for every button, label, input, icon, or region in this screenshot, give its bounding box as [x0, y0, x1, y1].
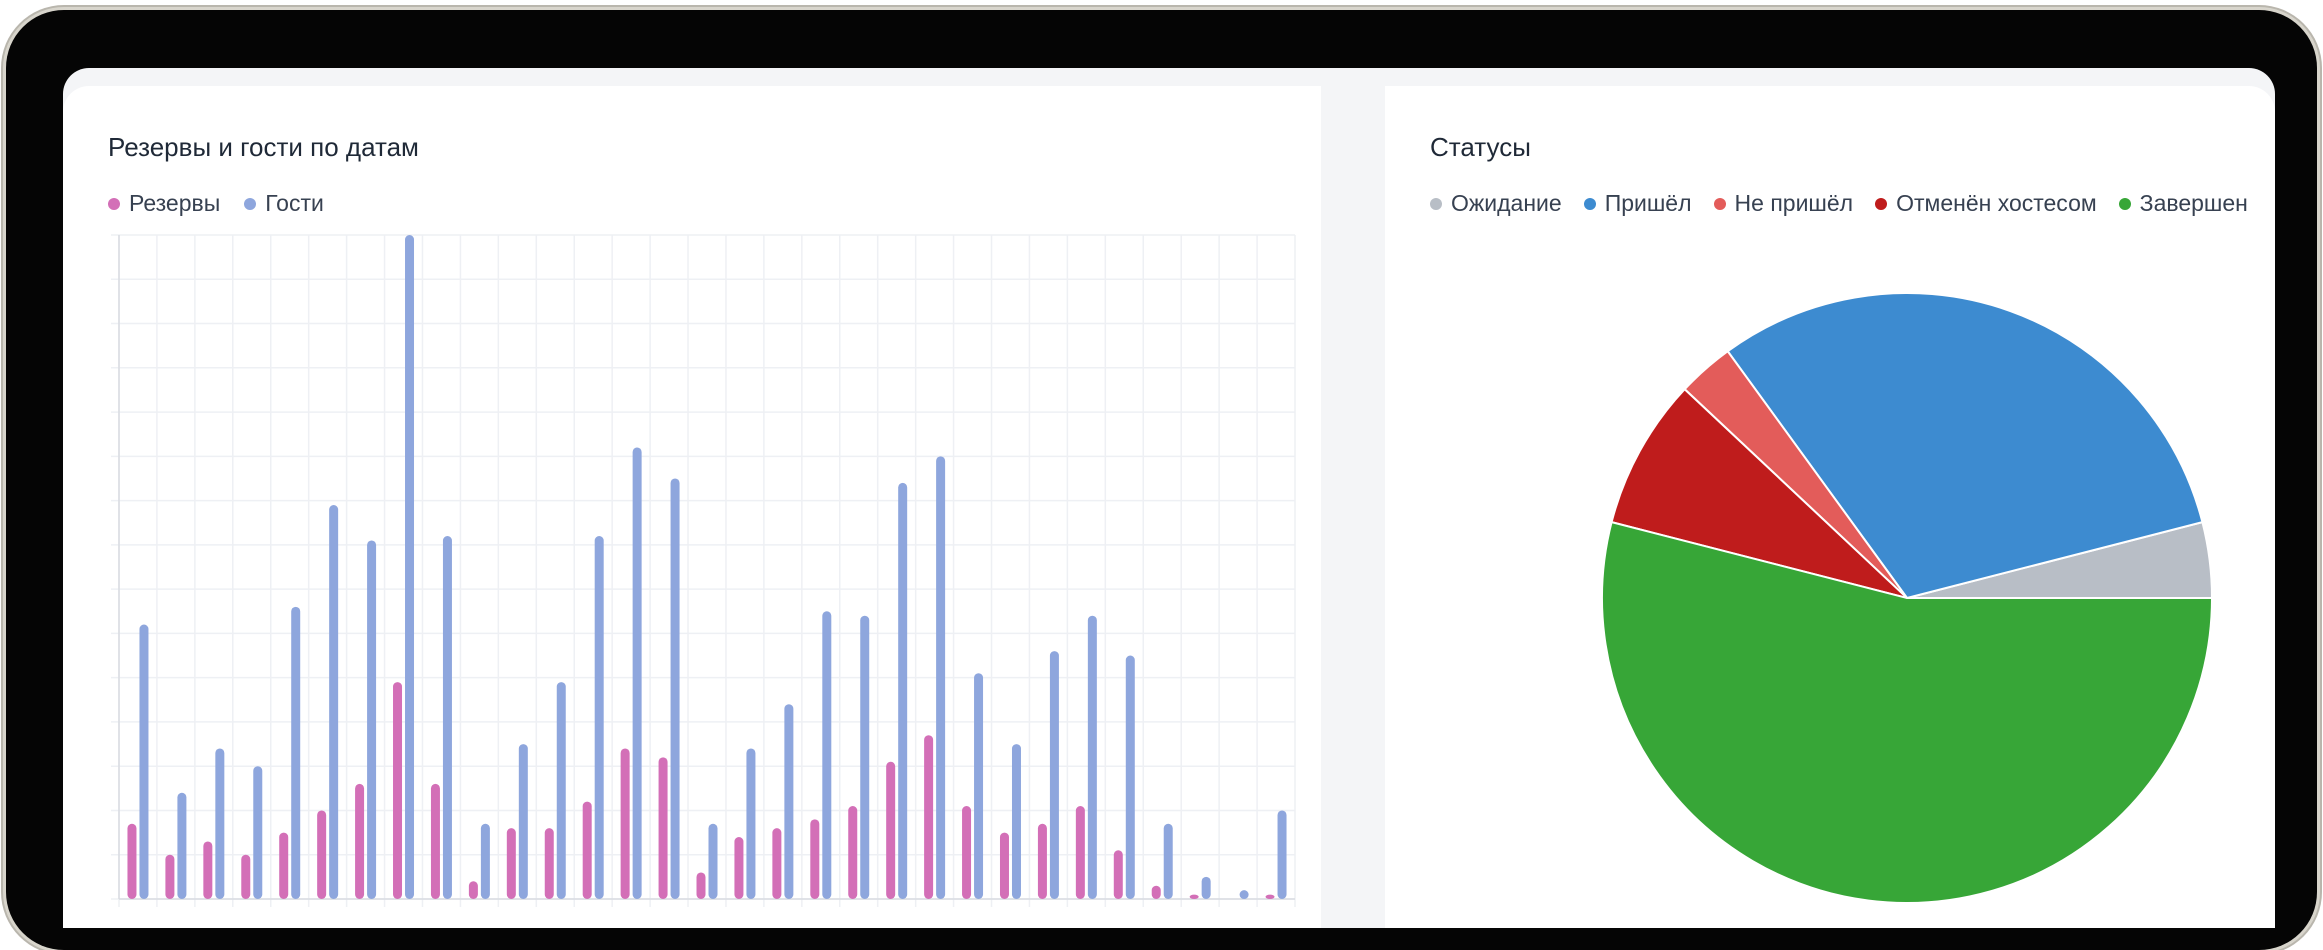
reservations-bar — [279, 832, 289, 899]
status-dot-icon — [1875, 197, 1888, 210]
pie-chart-legend: Ожидание Пришёл Не пришёл Отменён хостесом З… — [1430, 190, 2270, 217]
reservations-bar — [1189, 894, 1199, 899]
guests-bar — [1163, 823, 1173, 899]
reservations-bar — [544, 828, 554, 899]
guests-bar — [936, 456, 946, 899]
reservations-bar — [203, 841, 213, 899]
guests-bar — [177, 792, 187, 899]
reservations-bar — [430, 783, 440, 899]
guests-bar — [405, 235, 415, 899]
reservations-bar — [506, 828, 516, 899]
legend-label-status: Не пришёл — [1734, 190, 1854, 216]
reservations-bar — [848, 806, 858, 899]
pie-chart-title: Статусы — [1430, 132, 1531, 162]
guests-bar — [784, 704, 794, 899]
reservations-bar — [582, 801, 592, 899]
reservations-bar — [1037, 823, 1047, 899]
legend-label-status: Ожидание — [1451, 190, 1562, 216]
legend-label-status: Отменён хостесом — [1896, 190, 2097, 216]
legend-item-status[interactable]: Отменён хостесом — [1875, 190, 2097, 217]
legend-label-status: Пришёл — [1604, 190, 1692, 216]
guests-bar — [139, 624, 149, 899]
status-dot-icon — [2118, 197, 2131, 210]
guests-bar — [898, 482, 908, 899]
bar-chart-title: Резервы и гости по датам — [108, 132, 419, 162]
reservations-bar — [165, 854, 175, 899]
guests-bar — [442, 536, 452, 899]
guests-bar — [480, 823, 490, 899]
guests-bar — [556, 682, 566, 899]
bar-chart-plot — [111, 234, 1296, 907]
status-dot-icon — [1583, 197, 1596, 210]
reservations-bar — [241, 854, 251, 899]
legend-item-status[interactable]: Не пришёл — [1713, 190, 1854, 217]
guests-bar — [822, 611, 832, 899]
reservations-bar — [924, 735, 934, 899]
reservations-bar — [355, 783, 365, 899]
guests-bar — [1277, 810, 1287, 899]
device-frame: Резервы и гости по датам Резервы Гости С… — [6, 10, 2317, 950]
reservations-bar — [317, 810, 327, 899]
reservations-dot-icon — [108, 197, 120, 210]
reservations-bar — [999, 832, 1009, 899]
legend-label-guests: Гости — [265, 190, 324, 216]
status-dot-icon — [1430, 197, 1442, 210]
guests-bar — [594, 536, 604, 899]
reservations-guests-chart-card: Резервы и гости по датам Резервы Гости — [63, 86, 1321, 928]
pie-slices — [1601, 292, 2214, 904]
status-dot-icon — [1713, 197, 1726, 210]
guests-bar — [1239, 890, 1249, 899]
legend-label-status: Завершен — [2139, 190, 2248, 216]
reservations-bar — [658, 757, 668, 899]
guests-bar — [291, 606, 301, 899]
guests-series — [139, 235, 1287, 899]
legend-item-guests[interactable]: Гости — [244, 190, 324, 217]
legend-item-status[interactable]: Пришёл — [1583, 190, 1692, 217]
reservations-bar — [810, 819, 820, 899]
reservations-bar — [127, 823, 137, 899]
guests-bar — [253, 766, 263, 899]
bar-chart-legend: Резервы Гости — [108, 190, 348, 217]
reservations-bar — [393, 682, 403, 899]
guests-bar — [367, 540, 377, 899]
guests-bar — [329, 505, 339, 899]
reservations-bar — [1265, 894, 1275, 899]
reservations-bar — [734, 837, 744, 899]
legend-item-status[interactable]: Завершен — [2118, 190, 2248, 217]
reservations-bar — [468, 881, 478, 899]
guests-bar — [1087, 615, 1097, 899]
guests-bar — [1049, 651, 1059, 899]
guests-bar — [1011, 744, 1021, 899]
dashboard-screen: Резервы и гости по датам Резервы Гости С… — [63, 68, 2275, 928]
reservations-bar — [620, 748, 630, 899]
guests-bar — [746, 748, 756, 899]
guests-bar — [974, 673, 984, 899]
legend-item-status[interactable]: Ожидание — [1430, 190, 1562, 217]
bar-chart-grid — [111, 234, 1296, 907]
reservations-bar — [1075, 806, 1085, 899]
guests-bar — [1201, 876, 1211, 899]
legend-label-reservations: Резервы — [129, 190, 221, 216]
guests-bar — [518, 744, 528, 899]
reservations-bar — [772, 828, 782, 899]
guests-dot-icon — [244, 197, 257, 210]
guests-bar — [708, 823, 718, 899]
guests-bar — [1125, 655, 1135, 899]
reservations-bar — [962, 806, 972, 899]
guests-bar — [860, 615, 870, 899]
legend-item-reservations[interactable]: Резервы — [108, 190, 220, 217]
reservations-bar — [1151, 885, 1161, 899]
reservations-bar — [886, 761, 896, 899]
statuses-chart-card: Статусы Ожидание Пришёл Не пришёл Отменён х… — [1385, 86, 2275, 928]
reservations-bar — [1113, 850, 1123, 899]
reservations-bar — [696, 872, 706, 899]
guests-bar — [215, 748, 225, 899]
guests-bar — [632, 447, 642, 899]
guests-bar — [670, 478, 680, 899]
